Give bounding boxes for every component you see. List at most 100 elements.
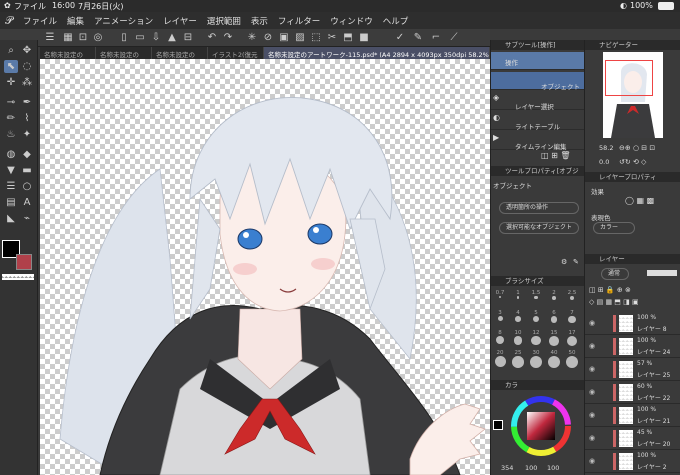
transparent-operation-dropdown[interactable]: 透明箇所の操作 (499, 202, 579, 214)
subtool-item-light-table[interactable]: ◐ ライトテーブル (491, 112, 585, 131)
expression-color-dropdown[interactable]: カラー (593, 222, 635, 234)
subtool-item-timeline[interactable]: ▶ タイムライン編集 (491, 132, 585, 151)
tiles-icon[interactable]: ▦ (62, 32, 74, 44)
open-file-icon[interactable]: ▭ (134, 32, 146, 44)
brush-size-cell[interactable]: 6 (547, 310, 561, 326)
subtool-item-layer-select[interactable]: ◈ レイヤー選択 (491, 92, 585, 111)
eye-icon[interactable]: ◉ (589, 434, 595, 442)
tab-document-active[interactable]: 名称未設定のアートワーク-115.psd* (A4 2894 x 4093px … (264, 47, 490, 59)
menu-layer[interactable]: レイヤー (158, 15, 202, 27)
correction-icon[interactable]: ⌁ (20, 212, 34, 225)
tab-document-2[interactable]: 名称未設定の (96, 47, 152, 59)
clear-icon[interactable]: ⊘ (262, 32, 274, 44)
export-icon[interactable]: ⊟ (182, 32, 194, 44)
brush-size-cell[interactable]: 17 (565, 330, 579, 347)
blend-icon[interactable]: ◍ (4, 148, 18, 161)
transparent-color-swatch[interactable] (2, 274, 34, 280)
menu-file[interactable]: ファイル (18, 15, 62, 27)
brush-size-cell[interactable]: 20 (493, 350, 507, 367)
pencil-icon[interactable]: ✏ (4, 112, 18, 125)
toolprop-settings-icon[interactable]: ⚙ (561, 258, 567, 266)
layer-row[interactable]: ◉ 100 % レイヤー 24 (585, 335, 680, 358)
toolprop-wrench-icon[interactable]: ✎ (573, 258, 579, 266)
eye-icon[interactable]: ◉ (589, 388, 595, 396)
selectable-object-dropdown[interactable]: 選択可能なオブジェクト (499, 222, 579, 234)
menu-selection[interactable]: 選択範囲 (202, 15, 246, 27)
color-wheel[interactable] (509, 394, 573, 458)
airbrush-icon[interactable]: ♨ (4, 128, 18, 141)
drawing-canvas[interactable] (40, 59, 490, 475)
layer-row[interactable]: ◉ 100 % レイヤー 2 (585, 450, 680, 473)
eye-icon[interactable]: ◉ (589, 411, 595, 419)
eye-icon[interactable]: ◉ (589, 457, 595, 465)
layer-action-icons[interactable]: ◫ ⊞ 🔒 ⊕ ⊗ (589, 286, 631, 294)
eraser-icon[interactable]: ◆ (20, 148, 34, 161)
figure-icon[interactable]: ○ (20, 180, 34, 193)
brush-size-cell[interactable]: 15 (547, 330, 561, 346)
fill-icon[interactable]: ▣ (278, 32, 290, 44)
move-layer-icon[interactable]: ✛ (4, 76, 18, 89)
brush-size-cell[interactable]: 1.5 (529, 290, 543, 306)
subtool-item-object[interactable]: オブジェクト (491, 72, 585, 91)
navigator-rotate-controls[interactable]: ↺↻ ⟲ ◇ (619, 158, 646, 166)
menu-filter[interactable]: フィルター (273, 15, 325, 27)
loading-icon[interactable]: ✳ (246, 32, 258, 44)
pen-check-icon[interactable]: ✎ (412, 32, 424, 44)
new-file-icon[interactable]: ▯ (118, 32, 130, 44)
tab-document-3[interactable]: 名称未設定の (152, 47, 208, 59)
clip-studio-logo-icon[interactable]: 𝒫 (0, 14, 18, 28)
layer-row[interactable]: ◉ 100 % レイヤー 8 (585, 312, 680, 335)
menu-help[interactable]: ヘルプ (378, 15, 414, 27)
layer-row[interactable]: ◉ 57 % レイヤー 25 (585, 358, 680, 381)
magnifier-icon[interactable]: ⌕ (4, 44, 18, 57)
text-icon[interactable]: A (20, 196, 34, 209)
lasso-icon[interactable]: ◌ (20, 60, 34, 73)
menu-window[interactable]: ウィンドウ (325, 15, 378, 27)
brush-size-cell[interactable]: 1 (511, 290, 525, 306)
show-selection-icon[interactable]: ■ (358, 32, 370, 44)
check-icon[interactable]: ✓ (394, 32, 406, 44)
auto-select-icon[interactable]: ⁂ (20, 76, 34, 89)
crop-icon[interactable]: ✂ (326, 32, 338, 44)
blend-mode-dropdown[interactable]: 通常 (601, 268, 629, 280)
eye-icon[interactable]: ◉ (589, 342, 595, 350)
layerprop-effect-icons[interactable]: ◯ ▦ ▩ (625, 196, 654, 205)
current-color-swatch[interactable] (493, 420, 503, 430)
ruler-tool-icon[interactable]: ◣ (4, 212, 18, 225)
move-icon[interactable]: ✥ (20, 44, 34, 57)
brush-size-cell[interactable]: 2.5 (565, 290, 579, 306)
redo-icon[interactable]: ↷ (222, 32, 234, 44)
app-menu-icon[interactable]: ✿ (4, 1, 11, 10)
eyedropper-icon[interactable]: ⊸ (4, 96, 18, 109)
brush-size-cell[interactable]: 25 (511, 350, 525, 368)
opacity-slider[interactable] (647, 270, 677, 276)
brush-size-cell[interactable]: 40 (547, 350, 561, 368)
brush-size-cell[interactable]: 12 (529, 330, 543, 346)
print-icon[interactable]: ▲ (166, 32, 178, 44)
layer-row[interactable]: ◉ 45 % レイヤー 20 (585, 427, 680, 450)
record-icon[interactable]: ◎ (92, 32, 104, 44)
fill-bucket-icon[interactable]: ▼ (4, 164, 18, 177)
transform-icon[interactable]: ▨ (294, 32, 306, 44)
brush-size-cell[interactable]: 3 (493, 310, 507, 326)
sub-color-swatch[interactable] (16, 254, 32, 270)
snap-icon[interactable]: ⟋ (448, 32, 460, 44)
operation-tool-icon[interactable]: ⬉ (4, 60, 18, 73)
deselect-icon[interactable]: ⬚ (310, 32, 322, 44)
invert-selection-icon[interactable]: ⬒ (342, 32, 354, 44)
decoration-icon[interactable]: ✦ (20, 128, 34, 141)
brush-size-cell[interactable]: 5 (529, 310, 543, 326)
gradient-icon[interactable]: ▬ (20, 164, 34, 177)
brush-size-cell[interactable]: 8 (493, 330, 507, 346)
brush-size-cell[interactable]: 0.7 (493, 290, 507, 306)
brush-size-cell[interactable]: 4 (511, 310, 525, 326)
tab-document-4[interactable]: イラスト2(復元 (208, 47, 264, 59)
layer-toolbar-icons[interactable]: ◇ ▤ ▦ ⬒ ◨ ▣ (589, 298, 639, 306)
ruler-icon[interactable]: ⌐ (430, 32, 442, 44)
navigator-preview[interactable] (603, 52, 663, 138)
brush-size-cell[interactable]: 2 (547, 290, 561, 306)
subtool-item-operation[interactable]: 操作 (491, 52, 585, 70)
layer-row[interactable]: ◉ 100 % レイヤー 21 (585, 404, 680, 427)
navigator-zoom-controls[interactable]: ⊖⊕ ○ ⊟ ⊡ (619, 144, 655, 152)
frame-icon[interactable]: ▤ (4, 196, 18, 209)
